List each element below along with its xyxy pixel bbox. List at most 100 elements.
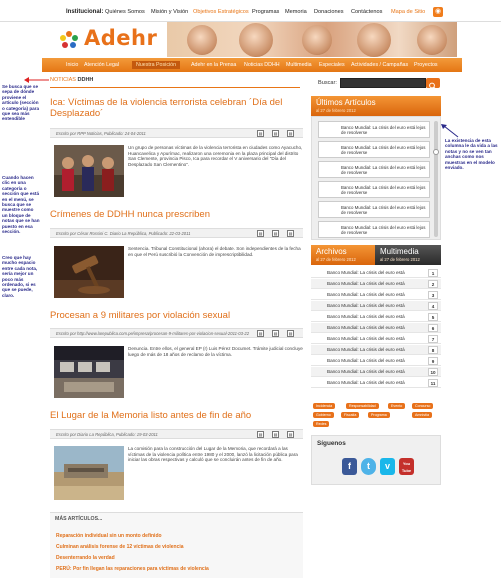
print-icon[interactable]: ▤ xyxy=(272,431,279,438)
nav-multimedia[interactable]: Multimedia xyxy=(286,62,312,68)
nav-nuestra-posicion[interactable]: Nuestra Posición xyxy=(132,61,181,69)
email-icon[interactable]: ▤ xyxy=(287,230,294,237)
print-icon[interactable]: ▤ xyxy=(272,330,279,337)
more-link[interactable]: Desenterrando la verdad xyxy=(56,555,115,561)
table-row[interactable]: Banco Mundial: La crisis del euro está 11 xyxy=(311,378,441,388)
more-link[interactable]: Reparación individual sin un monto defin… xyxy=(56,533,162,539)
top-link-objetivos[interactable]: Objetivos Estratégicos xyxy=(193,9,249,15)
tab-multimedia-label: Multimedia xyxy=(380,247,419,256)
header-photo xyxy=(167,22,457,57)
top-link-mision[interactable]: Misión y Visión xyxy=(151,9,188,15)
article-excerpt: Sentencia. Tribunal Constitucional (ahor… xyxy=(128,246,301,257)
tag[interactable]: Evento xyxy=(388,403,406,409)
tag[interactable]: Gobierno xyxy=(313,412,334,418)
article-title[interactable]: Ica: Víctimas de la violencia terrorista… xyxy=(50,97,305,119)
top-link-contactenos[interactable]: Contáctenos xyxy=(351,9,382,15)
main-nav: Inicio Atención Legal Nuestra Posición A… xyxy=(42,58,462,72)
twitter-icon[interactable]: t xyxy=(361,458,376,475)
vimeo-icon[interactable]: v xyxy=(380,458,395,475)
table-row[interactable]: Banco Mundial: La crisis del euro está 7 xyxy=(311,334,441,344)
table-row[interactable]: Banco Mundial: La crisis del euro está 4 xyxy=(311,301,441,311)
article-title[interactable]: Procesan a 9 militares por violación sex… xyxy=(50,310,305,321)
logo-text: Adehr xyxy=(84,26,158,50)
tab-multimedia-date: al 27 de febrero 2012 xyxy=(380,257,420,262)
list-item[interactable]: Banco Mundial: La crisis del euro está l… xyxy=(318,201,430,218)
facebook-icon[interactable]: f xyxy=(342,458,357,475)
article-meta: Escrito por César Rossini C. Diario La R… xyxy=(50,228,303,238)
annotation-note: Creo que hay mucho espacio entre cada no… xyxy=(2,255,38,298)
print-icon[interactable]: ▤ xyxy=(272,230,279,237)
tab-archivos[interactable]: Archivos al 27 de febrero 2012 xyxy=(311,245,375,265)
table-row[interactable]: Banco Mundial: La crisis del euro está 3 xyxy=(311,290,441,300)
table-row[interactable]: Banco Mundial: La crisis del euro está 2 xyxy=(311,279,441,289)
more-link[interactable]: Culminan análisis forense de 12 víctimas… xyxy=(56,544,184,550)
search-label: Buscar: xyxy=(318,80,337,86)
article-meta: Escrito por RPP Noticias, Publicado: 24-… xyxy=(50,128,303,138)
article-excerpt: Un grupo de personas víctimas de la viol… xyxy=(128,145,303,167)
annotation-note: Cuando hacen clic en una categoría o sec… xyxy=(2,175,40,235)
table-row[interactable]: Banco Mundial: La crisis del euro está 8 xyxy=(311,345,441,355)
article-image xyxy=(54,246,124,298)
tag[interactable]: Redes xyxy=(313,421,330,427)
tab-multimedia[interactable]: Multimedia al 27 de febrero 2012 xyxy=(375,245,441,265)
list-item[interactable]: Banco Mundial: La crisis del euro está l… xyxy=(318,161,430,178)
article-image xyxy=(54,446,124,500)
latest-articles-header: Últimos Artículos al 27 de febrero 2012 xyxy=(311,96,441,116)
scrollbar[interactable] xyxy=(434,121,438,237)
search-input[interactable] xyxy=(340,78,426,88)
email-icon[interactable]: ▤ xyxy=(287,330,294,337)
nav-prensa[interactable]: Adehr en la Prensa xyxy=(191,62,236,68)
top-link-quienes-somos[interactable]: Quiénes Somos xyxy=(105,9,145,15)
breadcrumb-section[interactable]: NOTICIAS xyxy=(50,77,76,83)
pdf-icon[interactable]: ▤ xyxy=(257,431,264,438)
nav-especiales[interactable]: Especiales xyxy=(319,62,345,68)
scrollbar-thumb[interactable] xyxy=(433,149,439,155)
list-item[interactable]: Banco Mundial: La crisis del euro está l… xyxy=(318,181,430,198)
list-item[interactable]: Banco Mundial: La crisis del euro está l… xyxy=(318,221,430,238)
annotation-arrow-icon xyxy=(24,77,49,83)
table-row[interactable]: Banco Mundial: La crisis del euro está 10 xyxy=(311,367,441,377)
institutional-label: Institucional: xyxy=(66,9,104,15)
tab-archivos-label: Archivos xyxy=(316,247,347,256)
more-link[interactable]: PERÚ: Por fin llegan las reparaciones pa… xyxy=(56,566,209,572)
tag[interactable]: Concurso xyxy=(412,403,434,409)
table-row[interactable]: Banco Mundial: La crisis del euro está 5 xyxy=(311,312,441,322)
tag[interactable]: Programa xyxy=(368,412,390,418)
search-icon[interactable] xyxy=(426,78,440,90)
article-meta: Escrito por http://www.larepublica.com.p… xyxy=(50,328,303,338)
top-link-donaciones[interactable]: Donaciones xyxy=(314,9,344,15)
nav-inicio[interactable]: Inicio xyxy=(66,62,78,68)
nav-actividades[interactable]: Actividades / Campañas xyxy=(351,62,408,68)
tag[interactable]: Fiscalía xyxy=(341,412,360,418)
tag[interactable]: Incidencia xyxy=(313,403,336,409)
article-title[interactable]: Crímenes de DDHH nunca prescriben xyxy=(50,209,305,220)
nav-proyectos[interactable]: Proyectos xyxy=(414,62,438,68)
archive-list: Banco Mundial: La crisis del euro está 1 … xyxy=(311,268,441,390)
top-link-mapa[interactable]: Mapa de Sitio xyxy=(391,9,425,15)
print-icon[interactable]: ▤ xyxy=(272,130,279,137)
tag[interactable]: Amnistía xyxy=(412,412,432,418)
tag[interactable]: Responsabilidad xyxy=(346,403,379,409)
article-meta: Escrito por Diario La República, Publica… xyxy=(50,429,303,439)
top-link-memoria[interactable]: Memoria xyxy=(285,9,307,15)
article-excerpt: La comisión para la construcción del Lug… xyxy=(128,446,298,463)
table-row[interactable]: Banco Mundial: La crisis del euro está 9 xyxy=(311,356,441,366)
table-row[interactable]: Banco Mundial: La crisis del euro está 1 xyxy=(311,268,441,278)
youtube-icon[interactable]: You Tube xyxy=(399,458,414,475)
pdf-icon[interactable]: ▤ xyxy=(257,130,264,137)
email-icon[interactable]: ▤ xyxy=(287,431,294,438)
latest-articles-date: al 27 de febrero 2012 xyxy=(316,108,356,113)
article-byline: Escrito por http://www.larepublica.com.p… xyxy=(56,331,250,336)
list-item[interactable]: Banco Mundial: La crisis del euro está l… xyxy=(318,141,430,158)
email-icon[interactable]: ▤ xyxy=(287,130,294,137)
top-link-programas[interactable]: Programas xyxy=(252,9,279,15)
pdf-icon[interactable]: ▤ xyxy=(257,230,264,237)
pdf-icon[interactable]: ▤ xyxy=(257,330,264,337)
rss-icon[interactable]: ◉ xyxy=(433,7,443,17)
list-item[interactable]: Banco Mundial: La crisis del euro está l… xyxy=(318,121,430,138)
table-row[interactable]: Banco Mundial: La crisis del euro está 6 xyxy=(311,323,441,333)
annotation-note: Se busca que se sepa de dónde proviene e… xyxy=(2,84,40,122)
article-title[interactable]: El Lugar de la Memoria listo antes de fi… xyxy=(50,410,305,421)
nav-atencion-legal[interactable]: Atención Legal xyxy=(84,62,119,68)
nav-noticias-ddhh[interactable]: Noticias DDHH xyxy=(244,62,280,68)
